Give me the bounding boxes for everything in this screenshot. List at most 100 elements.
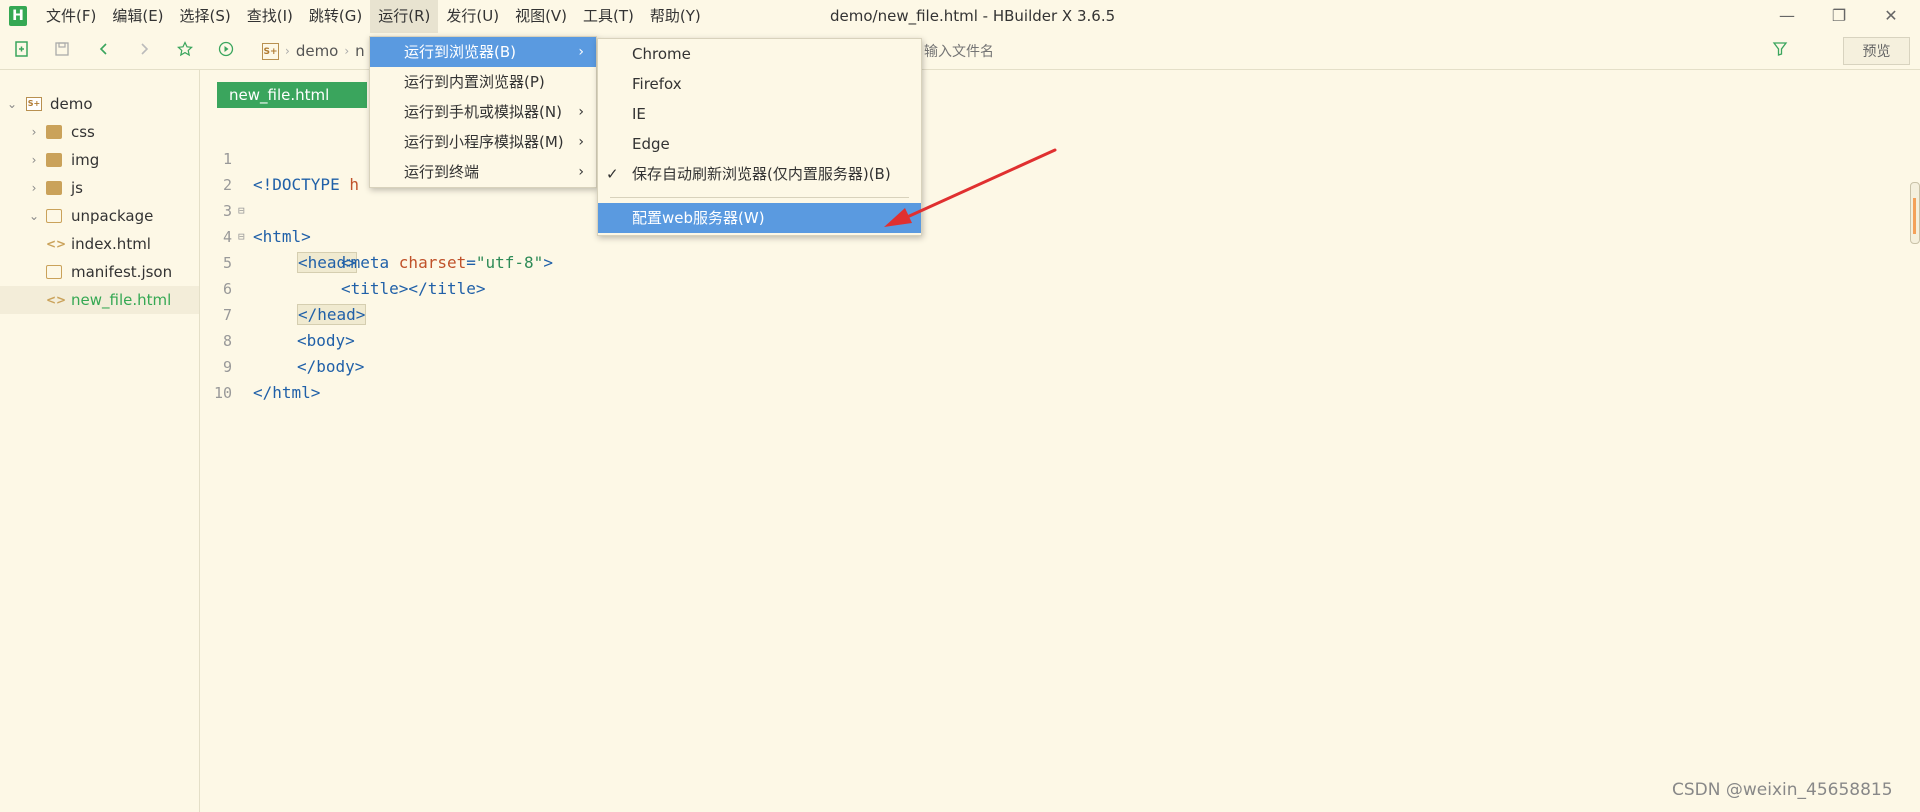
minimize-button[interactable]: — [1764, 0, 1810, 33]
code-line: 3 ⊟ <head> [200, 172, 357, 273]
open-folder-icon [46, 209, 62, 223]
back-icon[interactable] [94, 41, 114, 61]
auto-refresh-toggle[interactable]: ✓ 保存自动刷新浏览器(仅内置服务器)(B) [598, 159, 921, 189]
code-line: 2 ⊟ <html> [200, 146, 311, 246]
menu-separator [610, 197, 909, 198]
menu-goto[interactable]: 跳转(G) [301, 0, 370, 33]
code-line: 6 </head> [200, 250, 367, 325]
folder-icon [46, 153, 62, 167]
folder-icon [46, 181, 62, 195]
breadcrumb-separator-icon: › [285, 44, 290, 58]
menu-item-label: 运行到内置浏览器(P) [404, 73, 545, 91]
code-token: h [349, 175, 359, 194]
tree-item-new-file-html[interactable]: <> new_file.html [0, 286, 199, 314]
preview-button[interactable]: 预览 [1843, 37, 1910, 65]
run-to-builtin-browser-item[interactable]: 运行到内置浏览器(P) [370, 67, 596, 97]
menu-edit[interactable]: 编辑(E) [104, 0, 171, 33]
breadcrumb-file[interactable]: n [355, 42, 365, 60]
close-button[interactable]: ✕ [1868, 0, 1914, 33]
chevron-right-icon: › [578, 134, 584, 150]
code-text: <!DOCTYPE h [253, 172, 359, 198]
menu-item-label: 运行到浏览器(B) [404, 43, 516, 61]
code-token: <meta [341, 253, 399, 272]
new-file-icon[interactable] [12, 41, 32, 61]
run-to-phone-item[interactable]: 运行到手机或模拟器(N) › [370, 97, 596, 127]
code-text: </html> [253, 383, 321, 402]
code-text: </body> [297, 357, 365, 376]
code-line: 5 <title></title> [200, 224, 486, 298]
menu-run[interactable]: 运行(R) [370, 0, 439, 33]
breadcrumb: S+ › demo › n [262, 40, 365, 62]
menu-find[interactable]: 查找(I) [239, 0, 301, 33]
code-text: </head> [297, 302, 367, 328]
main-menu: 文件(F) 编辑(E) 选择(S) 查找(I) 跳转(G) 运行(R) 发行(U… [38, 0, 709, 33]
save-icon[interactable] [52, 41, 72, 61]
tree-item-img[interactable]: › img [0, 146, 199, 174]
browser-chrome-item[interactable]: Chrome [598, 39, 921, 69]
filter-icon[interactable] [1772, 41, 1788, 61]
tree-item-label: manifest.json [71, 263, 173, 281]
html-file-icon: <> [46, 237, 67, 251]
line-number: 10 [213, 384, 232, 402]
browser-ie-item[interactable]: IE [598, 99, 921, 129]
run-to-miniprogram-item[interactable]: 运行到小程序模拟器(M) › [370, 127, 596, 157]
chevron-right-icon[interactable]: › [28, 174, 40, 202]
project-tree: ⌄ S+ demo › css › img › js ⌄ unpackage <… [0, 70, 200, 812]
tree-item-label: js [71, 179, 83, 197]
chevron-down-icon[interactable]: ⌄ [28, 202, 40, 230]
menu-item-label: 运行到小程序模拟器(M) [404, 133, 564, 151]
run-to-browser-item[interactable]: 运行到浏览器(B) › [370, 37, 596, 67]
menu-item-label: 运行到终端 [404, 163, 480, 181]
project-icon: S+ [26, 97, 42, 111]
run-to-terminal-item[interactable]: 运行到终端 › [370, 157, 596, 187]
browser-firefox-item[interactable]: Firefox [598, 69, 921, 99]
chevron-right-icon: › [578, 164, 584, 180]
code-line: 1 <!DOCTYPE h [200, 120, 359, 194]
tree-item-css[interactable]: › css [0, 118, 199, 146]
forward-icon[interactable] [134, 41, 154, 61]
tree-item-demo[interactable]: ⌄ S+ demo [0, 90, 199, 118]
breadcrumb-project[interactable]: demo [296, 42, 339, 60]
chevron-down-icon[interactable]: ⌄ [6, 90, 18, 118]
fold-icon[interactable]: ⊟ [238, 198, 245, 224]
code-line: 7 <body> [200, 276, 355, 350]
chevron-right-icon[interactable]: › [28, 118, 40, 146]
configure-web-server-item[interactable]: 配置web服务器(W) [598, 203, 921, 233]
tree-item-unpackage[interactable]: ⌄ unpackage [0, 202, 199, 230]
checkmark-icon: ✓ [606, 165, 619, 183]
menu-select[interactable]: 选择(S) [172, 0, 239, 33]
menu-help[interactable]: 帮助(Y) [642, 0, 709, 33]
menu-item-label: 配置web服务器(W) [632, 209, 765, 227]
code-text: <body> [297, 331, 355, 350]
restore-button[interactable]: ❐ [1816, 0, 1862, 33]
tree-item-js[interactable]: › js [0, 174, 199, 202]
matched-tag: </head> [297, 304, 367, 325]
code-line: 8 </body> [200, 302, 364, 376]
editor-tab[interactable]: new_file.html [217, 82, 367, 108]
toolbar: S+ › demo › n 预览 [0, 33, 1920, 70]
menu-file[interactable]: 文件(F) [38, 0, 104, 33]
tree-item-index-html[interactable]: <> index.html [0, 230, 199, 258]
menu-item-label: Edge [632, 135, 670, 153]
star-icon[interactable] [175, 41, 195, 61]
scrollbar-marker [1913, 198, 1916, 234]
file-search-input[interactable] [922, 41, 1796, 63]
project-icon: S+ [262, 42, 279, 60]
menu-tools[interactable]: 工具(T) [575, 0, 642, 33]
code-token: = [466, 253, 476, 272]
fold-icon[interactable]: ⊟ [238, 224, 245, 250]
browser-edge-item[interactable]: Edge [598, 129, 921, 159]
code-text: <html> [253, 227, 311, 246]
tree-item-label: demo [50, 95, 93, 113]
app-logo-icon: H [9, 6, 27, 26]
tree-item-label: unpackage [71, 207, 154, 225]
code-line: 9 </html> [200, 328, 320, 402]
run-icon[interactable] [216, 41, 236, 61]
menu-publish[interactable]: 发行(U) [438, 0, 507, 33]
tree-item-label: index.html [71, 235, 151, 253]
chevron-right-icon: › [578, 104, 584, 120]
tree-item-manifest-json[interactable]: manifest.json [0, 258, 199, 286]
menu-view[interactable]: 视图(V) [507, 0, 575, 33]
chevron-right-icon[interactable]: › [28, 146, 40, 174]
code-token: "utf-8" [475, 253, 544, 272]
